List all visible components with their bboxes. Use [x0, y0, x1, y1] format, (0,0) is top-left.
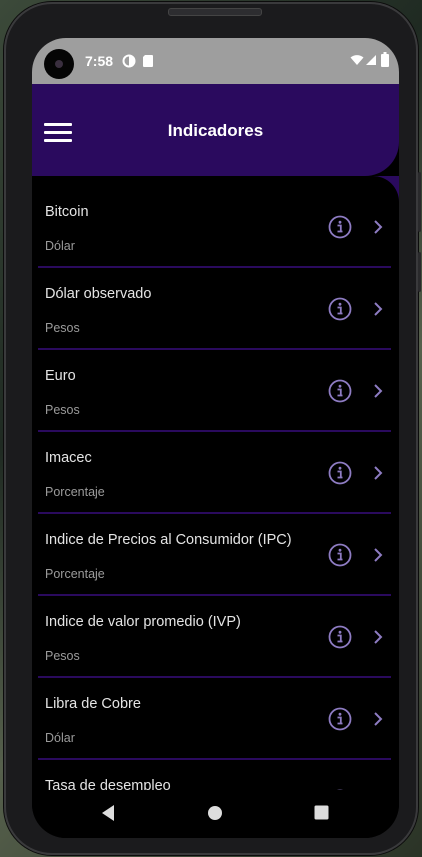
- info-icon[interactable]: [328, 215, 352, 239]
- list-item[interactable]: Indice de Precios al Consumidor (IPC) Por…: [32, 514, 399, 596]
- phone-frame: 7:58 Indicadores Bitcoin Dólar Dólar obs…: [4, 2, 421, 855]
- list-item[interactable]: Dólar observado Pesos: [32, 268, 399, 350]
- cell-signal-icon: [366, 55, 376, 65]
- info-icon[interactable]: [328, 543, 352, 567]
- speaker-grille: [168, 8, 262, 16]
- front-camera: [44, 49, 74, 79]
- wifi-icon: [350, 55, 364, 65]
- list-item[interactable]: Libra de Cobre Dólar: [32, 678, 399, 760]
- chevron-right-icon[interactable]: [370, 547, 386, 563]
- chevron-right-icon[interactable]: [370, 711, 386, 727]
- indicator-unit: Porcentaje: [45, 567, 105, 581]
- navigation-bar: [32, 790, 399, 838]
- chevron-right-icon[interactable]: [370, 629, 386, 645]
- indicator-unit: Dólar: [45, 731, 75, 745]
- info-icon[interactable]: [328, 707, 352, 731]
- chevron-right-icon[interactable]: [370, 383, 386, 399]
- list-item[interactable]: Tasa de desempleo: [32, 760, 399, 790]
- list-item[interactable]: Euro Pesos: [32, 350, 399, 432]
- sd-card-icon: [143, 55, 153, 67]
- indicator-name: Bitcoin: [45, 204, 89, 220]
- list-item[interactable]: Imacec Porcentaje: [32, 432, 399, 514]
- indicator-list: Bitcoin Dólar Dólar observado Pesos Euro Peso…: [32, 186, 399, 790]
- indicator-unit: Pesos: [45, 649, 80, 663]
- chevron-right-icon[interactable]: [370, 301, 386, 317]
- info-icon[interactable]: [328, 625, 352, 649]
- battery-icon: [381, 52, 389, 67]
- indicator-name: Indice de Precios al Consumidor (IPC): [45, 532, 292, 548]
- data-saver-icon: [122, 54, 136, 68]
- recents-icon[interactable]: [314, 805, 329, 820]
- app-bar: Indicadores: [32, 84, 399, 176]
- indicator-unit: Pesos: [45, 321, 80, 335]
- indicator-name: Imacec: [45, 450, 92, 466]
- back-icon[interactable]: [100, 804, 116, 822]
- indicator-unit: Porcentaje: [45, 485, 105, 499]
- indicator-name: Tasa de desempleo: [45, 778, 171, 790]
- indicator-unit: Dólar: [45, 239, 75, 253]
- volume-button: [418, 172, 421, 232]
- indicator-name: Libra de Cobre: [45, 696, 141, 712]
- chevron-right-icon[interactable]: [370, 219, 386, 235]
- indicator-name: Indice de valor promedio (IVP): [45, 614, 241, 630]
- screen: 7:58 Indicadores Bitcoin Dólar Dólar obs…: [32, 38, 399, 838]
- info-icon[interactable]: [328, 297, 352, 321]
- status-time: 7:58: [85, 53, 114, 69]
- page-title: Indicadores: [167, 121, 264, 140]
- status-bar: 7:58: [32, 38, 399, 84]
- indicator-name: Euro: [45, 368, 76, 384]
- chevron-right-icon[interactable]: [370, 465, 386, 481]
- indicator-name: Dólar observado: [45, 286, 152, 302]
- list-item[interactable]: Bitcoin Dólar: [32, 186, 399, 268]
- info-icon[interactable]: [328, 379, 352, 403]
- home-icon[interactable]: [207, 805, 223, 821]
- power-button: [418, 252, 421, 292]
- indicator-unit: Pesos: [45, 403, 80, 417]
- info-icon[interactable]: [328, 461, 352, 485]
- list-item[interactable]: Indice de valor promedio (IVP) Pesos: [32, 596, 399, 678]
